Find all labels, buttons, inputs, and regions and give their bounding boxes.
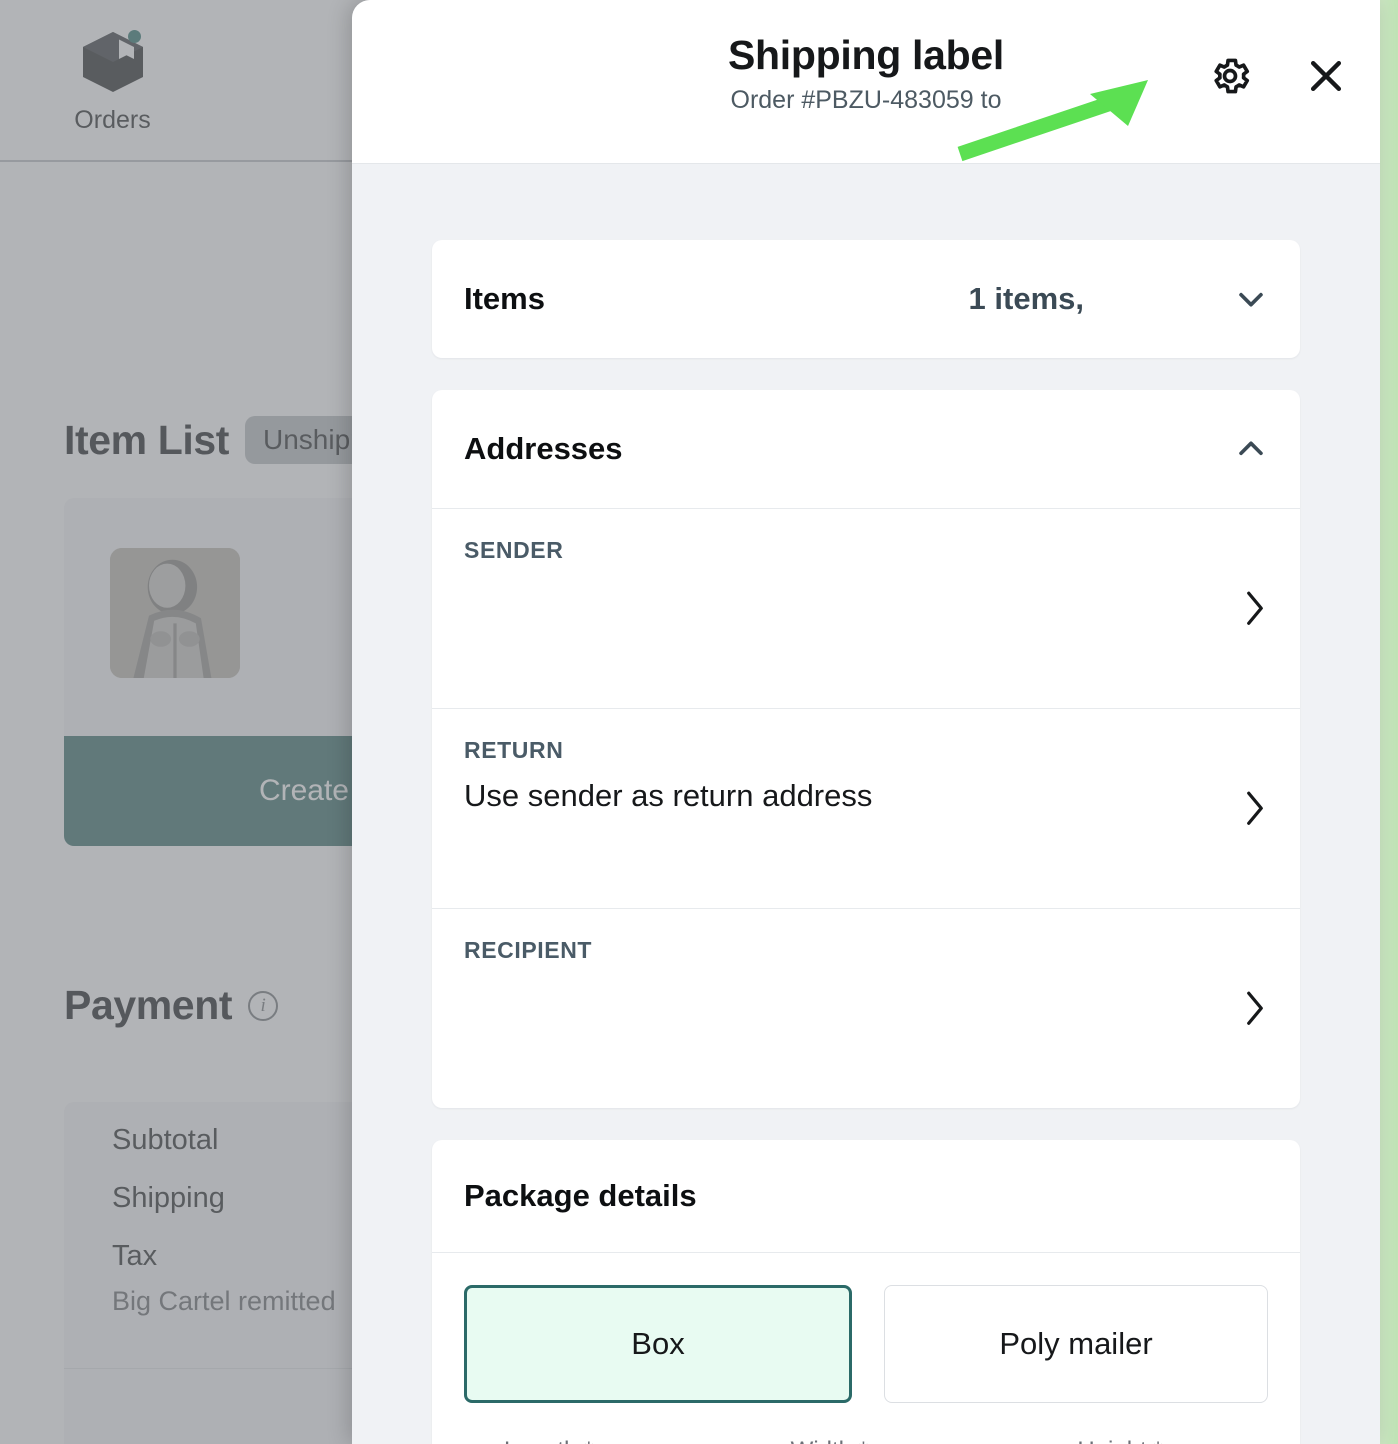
addresses-label: Addresses — [464, 431, 623, 466]
screen: Orders Produ Item List Unshipp — [0, 0, 1398, 1444]
items-card-row[interactable]: Items 1 items, — [432, 240, 1300, 358]
height-field[interactable]: Height * 4 — [1037, 1437, 1269, 1444]
address-row-sender[interactable]: SENDER — [432, 508, 1300, 708]
address-row-recipient[interactable]: RECIPIENT — [432, 908, 1300, 1108]
package-type-box-button[interactable]: Box — [464, 1285, 852, 1403]
package-details-body: Box Poly mailer Length * 4 × — [432, 1252, 1300, 1444]
items-count: 1 items, — [968, 281, 1084, 316]
length-field[interactable]: Length * 4 — [464, 1437, 695, 1444]
page-background-edge — [1378, 0, 1398, 1444]
addresses-card: Addresses SENDER RETURN Use sender as re… — [432, 390, 1300, 1108]
chevron-right-icon[interactable] — [1240, 987, 1270, 1031]
chevron-right-icon[interactable] — [1240, 587, 1270, 631]
settings-button[interactable] — [1204, 50, 1256, 102]
close-button[interactable] — [1300, 50, 1352, 102]
panel-header: Shipping label Order #PBZU-483059 to — [352, 0, 1380, 164]
length-label: Length * — [497, 1437, 600, 1444]
package-type-poly-mailer-button[interactable]: Poly mailer — [884, 1285, 1268, 1403]
package-dimensions: Length * 4 × Width * 4 × — [464, 1437, 1269, 1444]
items-label: Items — [464, 281, 545, 316]
recipient-value — [464, 978, 1268, 1016]
package-type-group: Box Poly mailer — [464, 1285, 1268, 1403]
sender-value — [464, 578, 1268, 616]
address-row-return[interactable]: RETURN Use sender as return address — [432, 708, 1300, 908]
recipient-label: RECIPIENT — [464, 937, 593, 963]
width-field[interactable]: Width * 4 — [750, 1437, 982, 1444]
panel-body: Items 1 items, Addresses SENDER RETURN U… — [352, 164, 1380, 1444]
height-label: Height * — [1070, 1437, 1169, 1444]
chevron-up-icon[interactable] — [1234, 432, 1268, 466]
width-label: Width * — [784, 1437, 875, 1444]
return-label: RETURN — [464, 737, 564, 763]
chevron-right-icon[interactable] — [1240, 787, 1270, 831]
package-details-title: Package details — [464, 1178, 697, 1213]
addresses-card-header[interactable]: Addresses — [432, 390, 1300, 508]
chevron-down-icon[interactable] — [1234, 282, 1268, 316]
return-value: Use sender as return address — [464, 778, 873, 813]
close-icon — [1304, 54, 1348, 98]
items-card[interactable]: Items 1 items, — [432, 240, 1300, 358]
sender-label: SENDER — [464, 537, 564, 563]
package-details-card: Package details Box Poly mailer Length *… — [432, 1140, 1300, 1444]
shipping-label-panel: Shipping label Order #PBZU-483059 to Ite… — [352, 0, 1380, 1444]
gear-icon — [1208, 54, 1252, 98]
